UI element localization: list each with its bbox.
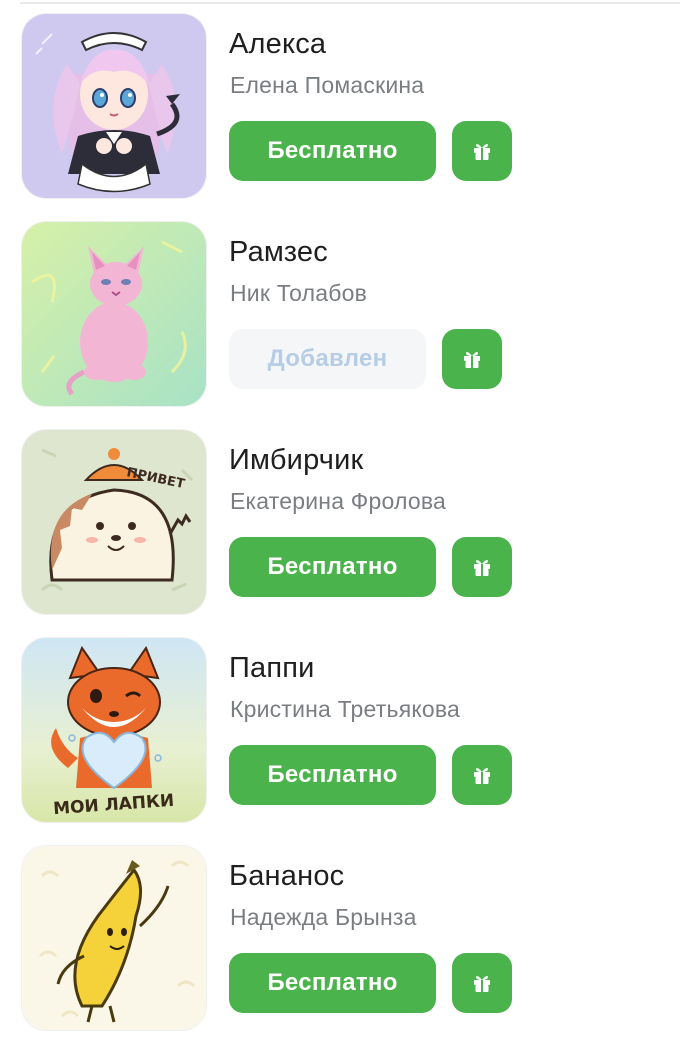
free-button[interactable]: Бесплатно xyxy=(229,745,436,805)
sphynx-cat-image xyxy=(22,222,206,406)
sticker-pack-author: Екатерина Фролова xyxy=(230,488,446,514)
sticker-pack-title: Бананос xyxy=(229,860,345,892)
free-button[interactable]: Бесплатно xyxy=(229,953,436,1013)
gift-button[interactable] xyxy=(452,121,512,181)
sticker-pack-row[interactable]: ПРИВЕТ Имбирчик Екатерина Фролова Беспла… xyxy=(0,430,700,638)
sticker-pack-thumbnail[interactable] xyxy=(22,222,206,406)
sticker-pack-title: Алекса xyxy=(229,28,327,60)
sticker-pack-row[interactable]: Бананос Надежда Брынза Бесплатно xyxy=(0,846,700,1054)
sticker-pack-row[interactable]: Алекса Елена Помаскина Бесплатно xyxy=(0,14,700,222)
sticker-pack-row[interactable]: МОИ ЛАПКИ Паппи Кристина Третьякова Бесп… xyxy=(0,638,700,846)
sticker-pack-title: Рамзес xyxy=(229,236,328,268)
sticker-pack-thumbnail[interactable]: ПРИВЕТ xyxy=(22,430,206,614)
sticker-pack-thumbnail[interactable] xyxy=(22,846,206,1030)
sticker-pack-author: Кристина Третьякова xyxy=(230,696,461,722)
gift-icon xyxy=(474,560,490,576)
fox-image: МОИ ЛАПКИ xyxy=(22,638,206,822)
sticker-pack-author: Елена Помаскина xyxy=(230,72,425,98)
gift-icon xyxy=(474,768,490,784)
sticker-pack-row[interactable]: Рамзес Ник Толабов Добавлен xyxy=(0,222,700,430)
gift-icon xyxy=(474,976,490,992)
gift-button[interactable] xyxy=(452,537,512,597)
added-button[interactable]: Добавлен xyxy=(229,329,426,389)
sticker-pack-author: Надежда Брынза xyxy=(230,904,417,930)
free-button[interactable]: Бесплатно xyxy=(229,121,436,181)
hedgehog-image: ПРИВЕТ xyxy=(22,430,206,614)
gift-button[interactable] xyxy=(452,745,512,805)
banana-image xyxy=(22,846,206,1030)
sticker-pack-thumbnail[interactable]: МОИ ЛАПКИ xyxy=(22,638,206,822)
sticker-pack-thumbnail[interactable] xyxy=(22,14,206,198)
sticker-pack-title: Имбирчик xyxy=(229,444,364,476)
gift-button[interactable] xyxy=(442,329,502,389)
gift-icon xyxy=(474,144,490,160)
sticker-pack-author: Ник Толабов xyxy=(230,280,368,306)
gift-icon xyxy=(464,352,480,368)
free-button[interactable]: Бесплатно xyxy=(229,537,436,597)
gift-button[interactable] xyxy=(452,953,512,1013)
anime-maid-girl-image xyxy=(22,14,206,198)
sticker-pack-list: Алекса Елена Помаскина Бесплатно Рамзес … xyxy=(0,14,700,1054)
top-divider xyxy=(20,2,680,4)
sticker-pack-title: Паппи xyxy=(229,652,315,684)
